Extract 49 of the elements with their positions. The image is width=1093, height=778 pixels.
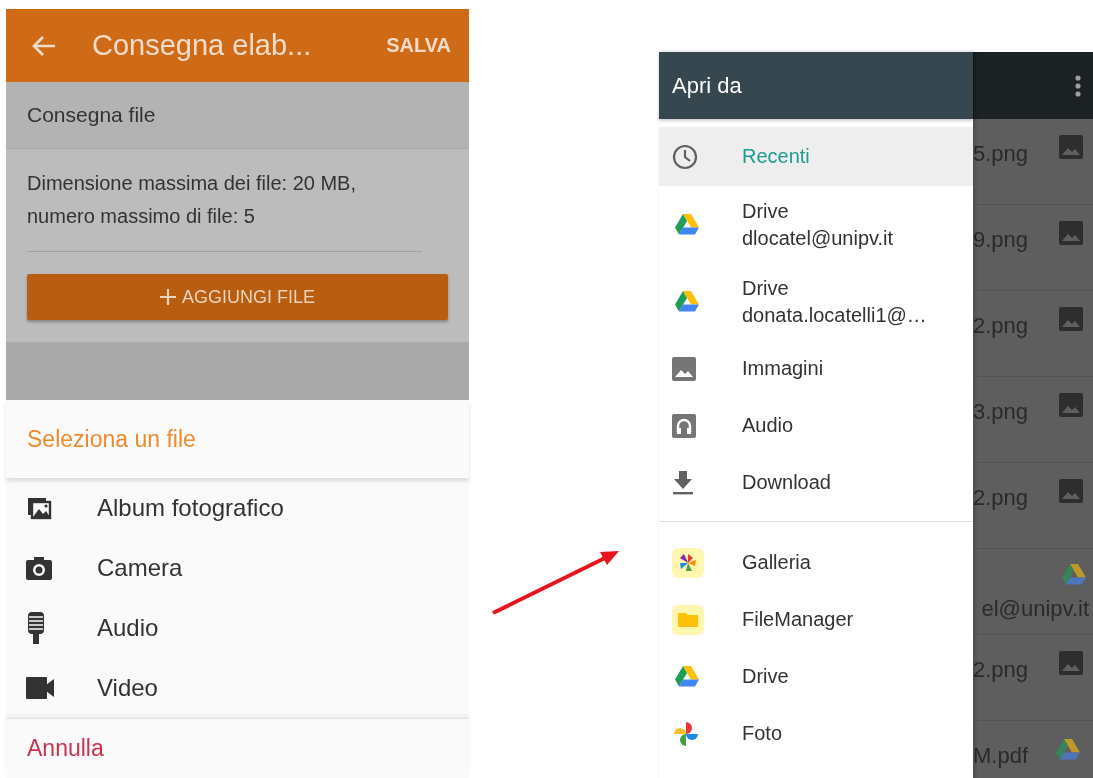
drawer-item[interactable]: Drive donata.locatelli1@… (659, 263, 973, 340)
account-email: donata.locatelli1@… (742, 303, 927, 327)
image-icon (672, 356, 696, 381)
plus-icon (160, 289, 176, 305)
image-icon (1059, 651, 1083, 675)
drive-icon (672, 288, 702, 315)
option-item[interactable]: Camera (6, 538, 469, 598)
drawer-item[interactable]: FileManager (659, 591, 973, 648)
back-button[interactable] (32, 34, 56, 57)
image-icon (1059, 221, 1083, 245)
item-label: Drive (742, 276, 790, 300)
drive-icon (1053, 737, 1083, 763)
back-arrow-icon (32, 34, 56, 57)
album-icon (26, 496, 52, 520)
drawer-item[interactable]: Download (659, 454, 973, 511)
screen-title: Consegna elab... (92, 29, 313, 62)
drawer-item[interactable]: Galleria (659, 534, 973, 591)
download-icon (672, 470, 694, 495)
drawer-item[interactable]: Drive dlocatel@unipv.it (659, 186, 973, 263)
pinwheel-icon (672, 719, 700, 748)
drawer-item[interactable]: Foto (659, 705, 973, 762)
drawer-item[interactable]: Immagini (659, 340, 973, 397)
file-limits-text: Dimensione massima dei file: 20 MB, numero massimo di file: 5 (27, 167, 422, 252)
item-label: Drive (742, 199, 790, 223)
video-camera-icon (26, 677, 54, 699)
option-item[interactable]: Album fotografico (6, 478, 469, 538)
sheet-title: Seleziona un file (27, 425, 196, 453)
image-icon (1059, 393, 1083, 417)
microphone-icon (26, 612, 46, 644)
clock-icon (672, 143, 698, 170)
drawer-title: Apri da (672, 72, 742, 99)
image-icon (1059, 307, 1083, 331)
account-email: dlocatel@unipv.it (742, 226, 894, 250)
option-item[interactable]: Video (6, 658, 469, 718)
drive-icon (672, 211, 702, 238)
cancel-button[interactable]: Annulla (27, 735, 104, 762)
image-icon (1059, 135, 1083, 159)
drawer-item[interactable]: Drive (659, 648, 973, 705)
camera-icon (26, 556, 52, 580)
more-options-icon (1075, 74, 1081, 97)
drawer-item[interactable]: Audio (659, 397, 973, 454)
headphones-icon (672, 413, 696, 438)
pinwheel-app-icon (672, 547, 704, 578)
folder-app-icon (672, 604, 704, 635)
drive-icon (672, 663, 702, 690)
image-icon (1059, 479, 1083, 503)
section-title: Consegna file (27, 103, 156, 127)
drive-icon (1059, 561, 1089, 588)
option-item[interactable]: Audio (6, 598, 469, 658)
